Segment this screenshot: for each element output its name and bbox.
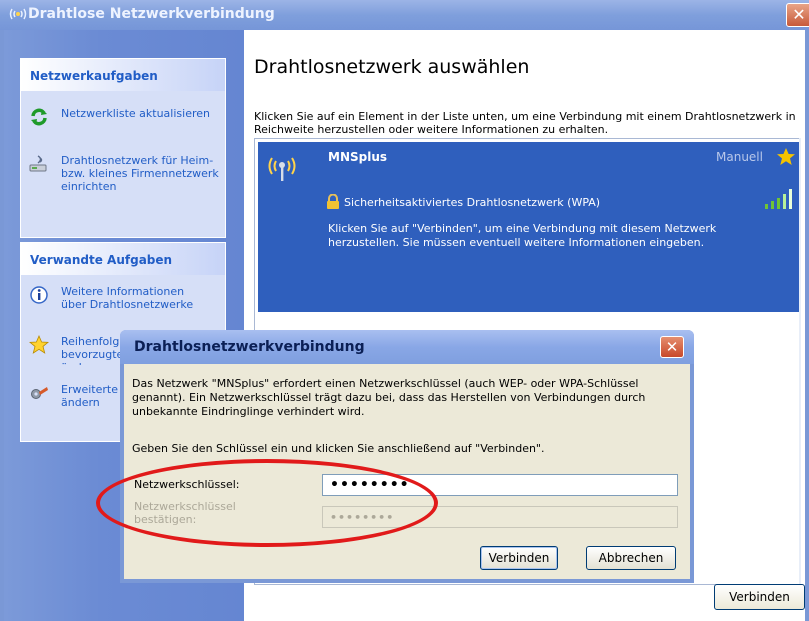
network-key-label: Netzwerkschlüssel: xyxy=(134,478,240,491)
related-tasks-heading: Verwandte Aufgaben xyxy=(21,243,225,275)
settings-icon xyxy=(29,383,49,403)
signal-strength-icon xyxy=(764,188,794,210)
window-titlebar[interactable]: Drahtlose Netzwerkverbindung ✕ xyxy=(0,0,809,30)
window-title: Drahtlose Netzwerkverbindung xyxy=(28,6,275,22)
connect-button[interactable]: Verbinden xyxy=(714,584,805,610)
task-label: Netzwerkliste aktualisieren xyxy=(61,107,210,120)
dialog-title: Drahtlosnetzwerkverbindung xyxy=(134,339,365,355)
window-close-button[interactable]: ✕ xyxy=(786,3,809,27)
intro-text: Klicken Sie auf ein Element in der Liste… xyxy=(254,110,796,136)
page-title: Drahtlosnetzwerk auswählen xyxy=(254,56,530,78)
window-frame-right xyxy=(805,30,809,621)
network-list-item[interactable]: MNSplus Manuell Sicherheitsaktiviertes D… xyxy=(258,142,800,312)
dialog-close-button[interactable]: ✕ xyxy=(660,336,684,358)
dialog-instruction: Geben Sie den Schlüssel ein und klicken … xyxy=(132,442,545,455)
confirm-key-input: •••••••• xyxy=(322,506,678,528)
wireless-setup-icon xyxy=(29,154,49,174)
dialog-titlebar[interactable]: Drahtlosnetzwerkverbindung ✕ xyxy=(120,330,694,364)
preferred-star-icon xyxy=(776,147,796,167)
wireless-network-icon xyxy=(9,6,27,22)
lock-icon xyxy=(326,193,340,210)
list-scroll-edge xyxy=(799,138,801,585)
dialog-description: Das Netzwerk "MNSplus" erfordert einen N… xyxy=(132,377,646,418)
info-icon xyxy=(29,285,49,305)
dialog-cancel-button[interactable]: Abbrechen xyxy=(586,546,676,570)
network-tasks-heading: Netzwerkaufgaben xyxy=(21,59,225,91)
network-key-dialog: Drahtlosnetzwerkverbindung ✕ Das Netzwer… xyxy=(120,330,694,583)
wireless-antenna-icon xyxy=(266,150,298,182)
network-security: Sicherheitsaktiviertes Drahtlosnetzwerk … xyxy=(344,196,601,209)
task-label: Weitere Informationen über Drahtlosnetzw… xyxy=(61,285,194,311)
network-hint: Klicken Sie auf "Verbinden", um eine Ver… xyxy=(328,222,717,249)
confirm-key-label: Netzwerkschlüssel bestätigen: xyxy=(134,500,236,526)
network-key-input[interactable]: •••••••• xyxy=(322,474,678,496)
dialog-connect-button[interactable]: Verbinden xyxy=(480,546,558,570)
network-tasks-panel: Netzwerkaufgaben Netzwerkliste aktualisi… xyxy=(20,58,226,238)
star-icon xyxy=(29,335,50,355)
task-refresh-network-list[interactable]: Netzwerkliste aktualisieren xyxy=(29,107,227,137)
task-more-info[interactable]: Weitere Informationen über Drahtlosnetzw… xyxy=(29,285,227,315)
network-name: MNSplus xyxy=(328,150,388,164)
dialog-body: Das Netzwerk "MNSplus" erfordert einen N… xyxy=(124,364,690,579)
task-setup-wireless-network[interactable]: Drahtlosnetzwerk für Heim- bzw. kleines … xyxy=(29,154,227,198)
task-label: Drahtlosnetzwerk für Heim- bzw. kleines … xyxy=(61,154,219,193)
refresh-icon xyxy=(29,107,49,127)
network-mode: Manuell xyxy=(716,150,763,164)
